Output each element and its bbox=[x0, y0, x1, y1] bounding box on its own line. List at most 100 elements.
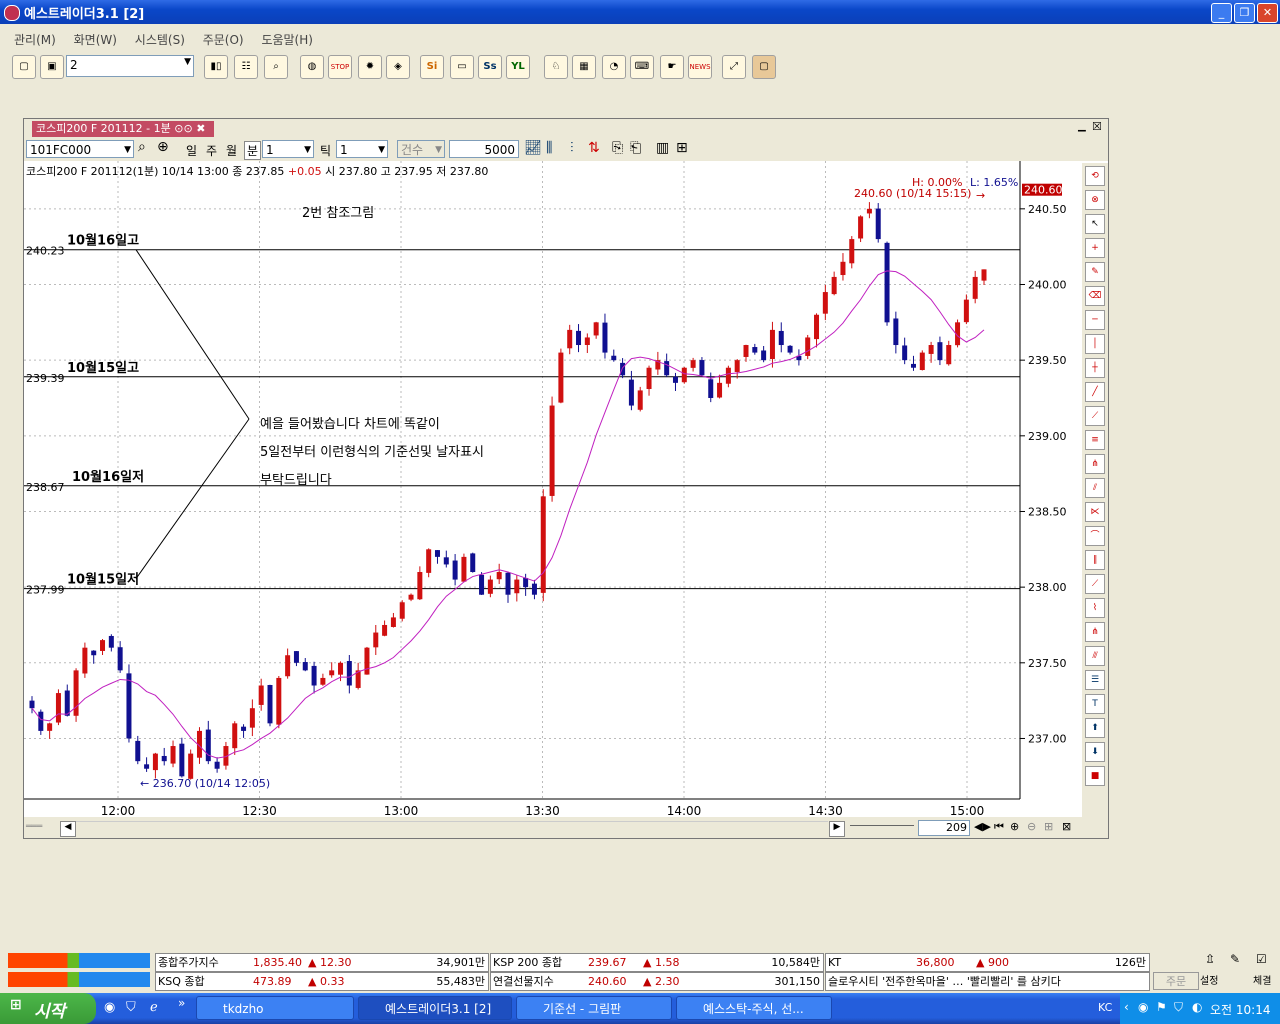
yl-icon[interactable]: YL bbox=[506, 55, 530, 79]
shield-icon[interactable]: ⛉ bbox=[126, 1000, 136, 1015]
paste-icon[interactable]: ⎗ bbox=[630, 140, 641, 156]
pitchfork-icon[interactable]: ⋔ bbox=[1085, 622, 1105, 642]
money-bag-icon[interactable]: ♘ bbox=[544, 55, 568, 79]
minimize-icon[interactable]: _ bbox=[1211, 3, 1232, 23]
line-chart-icon[interactable]: 📈︎ bbox=[524, 140, 542, 156]
zoom-value[interactable]: 209 bbox=[918, 820, 970, 836]
fullscreen-icon[interactable]: ⤢ bbox=[722, 55, 746, 79]
grid-icon[interactable]: ⊞ bbox=[676, 140, 688, 156]
zoom-out-icon[interactable]: ⊖ bbox=[1027, 820, 1036, 833]
chart-scrollbar[interactable]: ═══ ◀ ▶ 209 ◀▶ ⏮ ⊕ ⊖ ⊞ ⊠ bbox=[24, 819, 1108, 837]
to-end-icon[interactable]: ⏮ bbox=[994, 820, 1004, 834]
ticker-cell[interactable]: 종합주가지수 1,835.40 ▲ 12.30 34,901만 bbox=[155, 953, 489, 972]
link-icon[interactable]: ⊙⊙ bbox=[174, 122, 192, 135]
minimize-icon[interactable]: ▁ bbox=[1078, 121, 1086, 132]
hline-icon[interactable]: ─ bbox=[1085, 310, 1105, 330]
angle-line-icon[interactable]: ⟋ bbox=[1085, 406, 1105, 426]
ticker-cell[interactable]: 슬로우시티 '전주한옥마을' … '빨리빨리' 를 삼키다 bbox=[825, 972, 1150, 991]
calculator-icon[interactable]: ▦ bbox=[572, 55, 596, 79]
scroll-right-icon[interactable]: ▶ bbox=[829, 821, 845, 837]
task-paint[interactable]: 기준선 - 그림판 bbox=[516, 996, 672, 1020]
link-icon[interactable]: ⊗ bbox=[1085, 190, 1105, 210]
task-browser[interactable]: 예스스탁-주식, 선... bbox=[676, 996, 832, 1020]
layout-icon[interactable]: ▢ bbox=[752, 55, 776, 79]
pencil-icon[interactable]: ✎ bbox=[1085, 262, 1105, 282]
chart-tab[interactable]: 코스피200 F 201112 - 1분 ⊙⊙ ✖ bbox=[32, 121, 214, 137]
app-tray-icon[interactable]: ◉ bbox=[1138, 1000, 1148, 1014]
save-icon[interactable]: ▣ bbox=[40, 55, 64, 79]
list-icon[interactable]: ☰ bbox=[1085, 670, 1105, 690]
chevron-down-icon[interactable]: ▼ bbox=[378, 141, 385, 159]
chevron-down-icon[interactable]: ▼ bbox=[184, 57, 191, 67]
chevron-right-icon[interactable]: » bbox=[178, 996, 185, 1010]
tray-arrow-icon[interactable]: ‹ bbox=[1124, 1000, 1129, 1014]
menu-order[interactable]: 주문(O) bbox=[203, 31, 244, 48]
updown-icon[interactable]: ⇅ bbox=[588, 140, 600, 156]
volume-icon[interactable]: ⫶ bbox=[570, 140, 574, 156]
arrow-down-icon[interactable]: ⬇ bbox=[1085, 742, 1105, 762]
menu-help[interactable]: 도움말(H) bbox=[261, 31, 313, 48]
count-combo[interactable]: 건수 ▼ bbox=[397, 140, 445, 158]
task-yestrader[interactable]: 예스트레이더3.1 [2] bbox=[358, 996, 512, 1020]
bar-chart-icon[interactable]: ⫼ bbox=[546, 140, 552, 156]
arc-icon[interactable]: ⌒ bbox=[1085, 526, 1105, 546]
crosshair-icon[interactable]: + bbox=[1085, 238, 1105, 258]
period-day[interactable]: 일 bbox=[186, 142, 197, 159]
ie-icon[interactable]: ℯ bbox=[150, 1000, 158, 1015]
eraser-icon[interactable]: ⌫ bbox=[1085, 286, 1105, 306]
chevron-down-icon[interactable]: ▼ bbox=[124, 141, 131, 159]
close-tab-icon[interactable]: ✖ bbox=[196, 122, 205, 135]
settings-icon[interactable]: ✎ bbox=[1230, 952, 1240, 966]
channel-icon[interactable]: ⫽ bbox=[1085, 478, 1105, 498]
parallel-icon[interactable]: ∥ bbox=[1085, 550, 1105, 570]
ticker-cell[interactable]: KSP 200 종합 239.67 ▲ 1.58 10,584만 bbox=[490, 953, 824, 972]
zoom-icon[interactable]: ⊕ bbox=[157, 139, 169, 155]
start-button[interactable]: ⊞ 시작 bbox=[0, 993, 96, 1024]
trendline-icon[interactable]: ╱ bbox=[1085, 382, 1105, 402]
ss-icon[interactable]: Ss bbox=[478, 55, 502, 79]
square-icon[interactable]: ■ bbox=[1085, 766, 1105, 786]
screen-number-combo[interactable]: 2 ▼ bbox=[66, 55, 194, 77]
regression-icon[interactable]: ⟋ bbox=[1085, 574, 1105, 594]
si-icon[interactable]: Si bbox=[420, 55, 444, 79]
shield-tray-icon[interactable]: ⛉ bbox=[1174, 1000, 1183, 1015]
tick-combo[interactable]: 1 ▼ bbox=[336, 140, 388, 158]
code-input[interactable]: 101FC000 ▼ bbox=[26, 140, 134, 158]
refresh-icon[interactable]: ⟲ bbox=[1085, 166, 1105, 186]
magnifier-icon[interactable]: ⌕ bbox=[264, 55, 288, 79]
grid-toggle-icon[interactable]: ⊞ bbox=[1044, 820, 1053, 833]
flag-icon[interactable]: ⚑ bbox=[1156, 1000, 1167, 1014]
menu-screen[interactable]: 화면(W) bbox=[74, 31, 117, 48]
cycle-icon[interactable]: ⌇ bbox=[1085, 598, 1105, 618]
task-tkdzho[interactable]: tkdzho bbox=[196, 996, 354, 1020]
cross-line-icon[interactable]: ┼ bbox=[1085, 358, 1105, 378]
arrow-up-icon[interactable]: ⬆ bbox=[1085, 718, 1105, 738]
count-input[interactable]: 5000 bbox=[449, 140, 519, 158]
cursor-icon[interactable]: ↖ bbox=[1085, 214, 1105, 234]
ticker-cell[interactable]: KSQ 종합 473.89 ▲ 0.33 55,483만 bbox=[155, 972, 489, 991]
zoom-in-icon[interactable]: ⊕ bbox=[1010, 820, 1019, 833]
pie-icon[interactable]: ◔ bbox=[602, 55, 626, 79]
speed-line-icon[interactable]: ⫻ bbox=[1085, 646, 1105, 666]
new-screen-icon[interactable]: ▢ bbox=[12, 55, 36, 79]
interval-combo[interactable]: 1 ▼ bbox=[262, 140, 314, 158]
tv-icon[interactable]: ▭ bbox=[450, 55, 474, 79]
fibo-icon[interactable]: ≡ bbox=[1085, 430, 1105, 450]
chevron-down-icon[interactable]: ▼ bbox=[304, 141, 311, 159]
period-week[interactable]: 주 bbox=[206, 142, 217, 159]
gann-icon[interactable]: ⋉ bbox=[1085, 502, 1105, 522]
split-icon[interactable]: ▥ bbox=[656, 140, 669, 156]
maximize-icon[interactable]: ❐ bbox=[1234, 3, 1255, 23]
chart-plot-area[interactable]: 코스피200 F 201112(1분) 10/14 13:00 종 237.85… bbox=[24, 161, 1108, 817]
period-minute[interactable]: 분 bbox=[244, 141, 262, 160]
copy-icon[interactable]: ⎘ bbox=[612, 140, 623, 156]
network-icon[interactable]: ◐ bbox=[1192, 1000, 1202, 1014]
reset-icon[interactable]: ⊠ bbox=[1062, 820, 1071, 833]
search-icon[interactable]: ⌕ bbox=[138, 139, 146, 155]
scroll-left-icon[interactable]: ◀ bbox=[60, 821, 76, 837]
tag-icon[interactable]: ◈ bbox=[386, 55, 410, 79]
ticker-cell[interactable]: KT 36,800 ▲ 900 126만 bbox=[825, 953, 1150, 972]
firefox-icon[interactable]: ◉ bbox=[104, 1000, 115, 1015]
candle-chart-icon[interactable]: ▮▯ bbox=[204, 55, 228, 79]
news-icon[interactable]: NEWS bbox=[688, 55, 712, 79]
